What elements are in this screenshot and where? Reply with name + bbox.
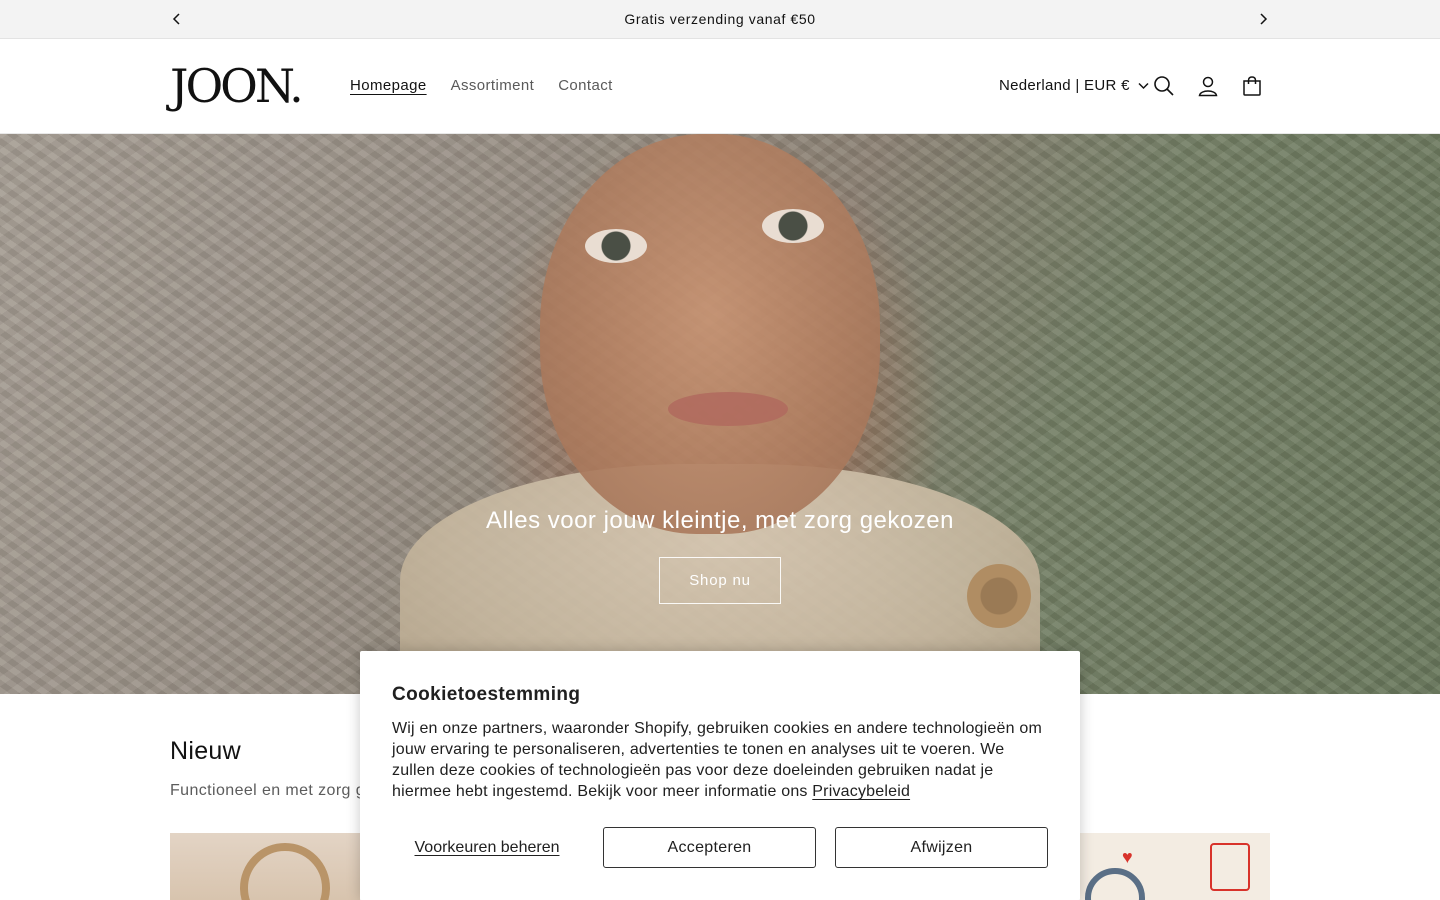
cookie-title: Cookietoestemming [392,684,581,705]
robot-icon [1210,843,1250,891]
country-selector[interactable]: Nederland | EUR € [999,74,1149,98]
hero-image-lips [668,392,788,426]
section-title: Nieuw [170,737,241,765]
heart-icon: ♥ [1122,847,1133,867]
hero-image-eye-left [585,229,647,263]
product-image-toy [1085,868,1145,900]
site-header: JOON. Homepage Assortiment Contact Neder… [0,39,1440,134]
hero-image-button [967,564,1031,628]
chevron-down-icon [1130,74,1149,98]
nav-homepage[interactable]: Homepage [350,75,427,97]
cart-icon[interactable] [1237,71,1267,101]
cookie-body: Wij en onze partners, waaronder Shopify,… [392,718,1052,802]
cookie-consent-dialog: Cookietoestemming Wij en onze partners, … [360,651,1080,900]
nav-assortiment[interactable]: Assortiment [451,75,535,97]
privacy-policy-link[interactable]: Privacybeleid [812,783,910,800]
hero-title: Alles voor jouw kleintje, met zorg gekoz… [486,507,954,534]
chevron-left-icon[interactable] [166,8,188,30]
announcement-text: Gratis verzending vanaf €50 [624,11,816,27]
manage-preferences-button[interactable]: Voorkeuren beheren [402,828,572,868]
hero-image-face [540,134,880,534]
product-image-ring [240,843,330,900]
announcement-bar: Gratis verzending vanaf €50 [0,0,1440,39]
hero-banner: Alles voor jouw kleintje, met zorg gekoz… [0,134,1440,694]
store-logo[interactable]: JOON. [170,61,312,111]
shop-now-button[interactable]: Shop nu [659,557,781,604]
cookie-body-text: Wij en onze partners, waaronder Shopify,… [392,720,1042,800]
product-card-image[interactable] [170,833,360,900]
accept-button[interactable]: Accepteren [603,827,816,868]
account-icon[interactable] [1193,71,1223,101]
search-icon[interactable] [1149,71,1179,101]
hero-image-eye-right [762,209,824,243]
main-nav: Homepage Assortiment Contact [350,75,637,97]
decline-button[interactable]: Afwijzen [835,827,1048,868]
country-selector-label: Nederland | EUR € [999,77,1130,94]
chevron-right-icon[interactable] [1252,8,1274,30]
product-card-image[interactable]: ♥ [1080,833,1270,900]
section-subtitle: Functioneel en met zorg ge [170,782,375,799]
nav-contact[interactable]: Contact [558,75,613,97]
